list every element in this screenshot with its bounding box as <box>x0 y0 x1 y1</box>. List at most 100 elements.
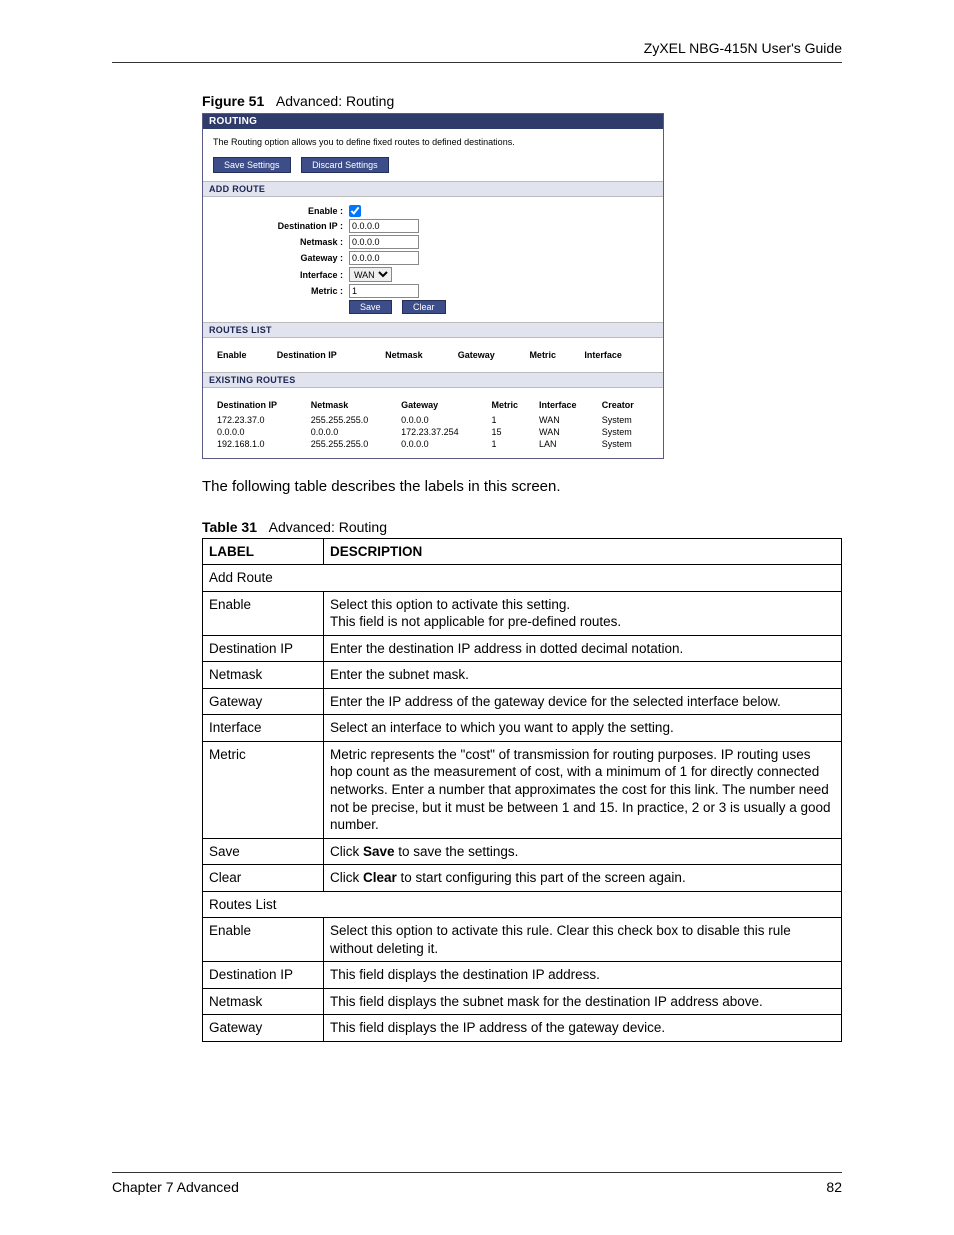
content-area: Figure 51 Advanced: Routing ROUTING The … <box>112 93 842 1042</box>
routes-list-header: ROUTES LIST <box>203 322 663 338</box>
desc-header-row: LABEL DESCRIPTION <box>203 538 842 565</box>
cell-creator: System <box>598 414 653 426</box>
desc-text: This field displays the destination IP a… <box>324 962 842 989</box>
desc-text: This field displays the IP address of th… <box>324 1015 842 1042</box>
desc-section-label: Add Route <box>203 565 842 592</box>
desc-label: Gateway <box>203 1015 324 1042</box>
cell-creator: System <box>598 426 653 438</box>
desc-row: NetmaskEnter the subnet mask. <box>203 662 842 689</box>
clear-button[interactable]: Clear <box>402 300 446 314</box>
routes-list-header-row: Enable Destination IP Netmask Gateway Me… <box>213 346 653 364</box>
routes-list-table: Enable Destination IP Netmask Gateway Me… <box>213 346 653 364</box>
desc-text: Metric represents the "cost" of transmis… <box>324 741 842 838</box>
desc-label: Destination IP <box>203 635 324 662</box>
col-dest-ip: Destination IP <box>213 396 307 414</box>
col-interface: Interface <box>580 346 653 364</box>
footer-page: 82 <box>826 1179 842 1195</box>
desc-row: EnableSelect this option to activate thi… <box>203 918 842 962</box>
table-caption: Table 31 Advanced: Routing <box>202 519 842 535</box>
add-route-header: ADD ROUTE <box>203 181 663 197</box>
page-footer: Chapter 7 Advanced 82 <box>112 1172 842 1195</box>
description-table: LABEL DESCRIPTION Add RouteEnableSelect … <box>202 538 842 1042</box>
interface-label: Interface : <box>213 270 349 280</box>
col-gateway: Gateway <box>454 346 526 364</box>
desc-row: Destination IPThis field displays the de… <box>203 962 842 989</box>
cell-netmask: 255.255.255.0 <box>307 438 397 450</box>
col-creator: Creator <box>598 396 653 414</box>
desc-row: NetmaskThis field displays the subnet ma… <box>203 988 842 1015</box>
cell-gateway: 172.23.37.254 <box>397 426 487 438</box>
col-description: DESCRIPTION <box>324 538 842 565</box>
desc-text: Enter the IP address of the gateway devi… <box>324 688 842 715</box>
desc-label: Save <box>203 838 324 865</box>
cell-interface: LAN <box>535 438 598 450</box>
desc-label: Clear <box>203 865 324 892</box>
netmask-label: Netmask : <box>213 237 349 247</box>
figure-title: Advanced: Routing <box>276 93 394 109</box>
cell-interface: WAN <box>535 414 598 426</box>
col-dest-ip: Destination IP <box>273 346 381 364</box>
desc-row: EnableSelect this option to activate thi… <box>203 591 842 635</box>
routing-title-bar: ROUTING <box>203 114 663 129</box>
cell-gateway: 0.0.0.0 <box>397 414 487 426</box>
discard-settings-button[interactable]: Discard Settings <box>301 157 389 173</box>
save-settings-button[interactable]: Save Settings <box>213 157 291 173</box>
metric-input[interactable] <box>349 284 419 298</box>
cell-gateway: 0.0.0.0 <box>397 438 487 450</box>
col-metric: Metric <box>487 396 535 414</box>
desc-row: SaveClick Save to save the settings. <box>203 838 842 865</box>
existing-routes-table: Destination IP Netmask Gateway Metric In… <box>213 396 653 450</box>
desc-row: GatewayThis field displays the IP addres… <box>203 1015 842 1042</box>
desc-label: Gateway <box>203 688 324 715</box>
cell-dest_ip: 192.168.1.0 <box>213 438 307 450</box>
desc-text: Click Clear to start configuring this pa… <box>324 865 842 892</box>
figure-label: Figure 51 <box>202 93 264 109</box>
col-netmask: Netmask <box>307 396 397 414</box>
desc-text: Select this option to activate this rule… <box>324 918 842 962</box>
guide-title: ZyXEL NBG-415N User's Guide <box>644 40 842 56</box>
cell-interface: WAN <box>535 426 598 438</box>
cell-dest_ip: 0.0.0.0 <box>213 426 307 438</box>
desc-row: ClearClick Clear to start configuring th… <box>203 865 842 892</box>
document-header: ZyXEL NBG-415N User's Guide <box>112 40 842 63</box>
desc-text: Select this option to activate this sett… <box>324 591 842 635</box>
gateway-input[interactable] <box>349 251 419 265</box>
col-gateway: Gateway <box>397 396 487 414</box>
desc-label: Enable <box>203 591 324 635</box>
enable-label: Enable : <box>213 206 349 216</box>
page: ZyXEL NBG-415N User's Guide Figure 51 Ad… <box>0 0 954 1235</box>
desc-label: Enable <box>203 918 324 962</box>
desc-label: Interface <box>203 715 324 742</box>
gateway-label: Gateway : <box>213 253 349 263</box>
desc-row: GatewayEnter the IP address of the gatew… <box>203 688 842 715</box>
desc-row: Add Route <box>203 565 842 592</box>
cell-metric: 1 <box>487 438 535 450</box>
table-title: Advanced: Routing <box>269 519 387 535</box>
save-button[interactable]: Save <box>349 300 392 314</box>
desc-text: Select an interface to which you want to… <box>324 715 842 742</box>
routing-description: The Routing option allows you to define … <box>213 137 653 147</box>
cell-creator: System <box>598 438 653 450</box>
interface-select[interactable]: WAN <box>349 267 392 282</box>
col-enable: Enable <box>213 346 273 364</box>
netmask-input[interactable] <box>349 235 419 249</box>
cell-metric: 1 <box>487 414 535 426</box>
desc-row: MetricMetric represents the "cost" of tr… <box>203 741 842 838</box>
desc-text: Enter the subnet mask. <box>324 662 842 689</box>
figure-caption: Figure 51 Advanced: Routing <box>202 93 842 109</box>
dest-ip-input[interactable] <box>349 219 419 233</box>
desc-row: Destination IPEnter the destination IP a… <box>203 635 842 662</box>
enable-checkbox[interactable] <box>349 205 361 217</box>
desc-label: Netmask <box>203 662 324 689</box>
desc-section-label: Routes List <box>203 891 842 918</box>
existing-route-row: 192.168.1.0255.255.255.00.0.0.01LANSyste… <box>213 438 653 450</box>
existing-route-row: 172.23.37.0255.255.255.00.0.0.01WANSyste… <box>213 414 653 426</box>
desc-label: Destination IP <box>203 962 324 989</box>
col-metric: Metric <box>525 346 580 364</box>
desc-label: Metric <box>203 741 324 838</box>
col-interface: Interface <box>535 396 598 414</box>
desc-text: Enter the destination IP address in dott… <box>324 635 842 662</box>
footer-chapter: Chapter 7 Advanced <box>112 1179 239 1195</box>
existing-routes-header-row: Destination IP Netmask Gateway Metric In… <box>213 396 653 414</box>
dest-ip-label: Destination IP : <box>213 221 349 231</box>
